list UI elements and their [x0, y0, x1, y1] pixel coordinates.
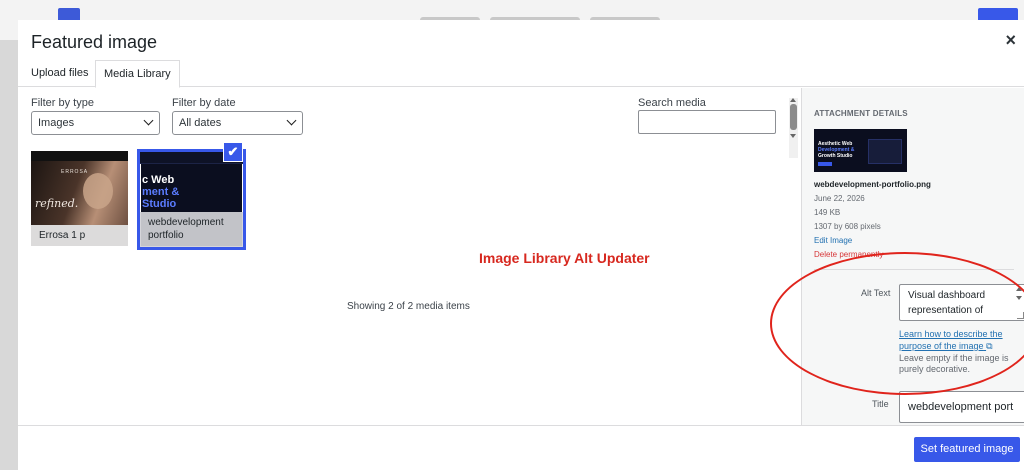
plugin-overlay-title: Image Library Alt Updater	[479, 250, 650, 266]
title-label: Title	[872, 399, 889, 409]
thumbnail-topbar	[31, 151, 128, 161]
alt-text-value: Visual dashboard representation of	[908, 290, 986, 316]
thumbnail-heading-line: Growth Studio	[818, 153, 853, 159]
resize-handle-icon[interactable]	[1017, 312, 1024, 319]
alt-text-label: Alt Text	[861, 288, 891, 298]
editor-left-background	[0, 40, 18, 470]
media-scrollbar[interactable]	[789, 98, 798, 158]
showing-count: Showing 2 of 2 media items	[347, 301, 470, 312]
chevron-down-icon	[143, 115, 154, 126]
set-featured-image-button[interactable]: Set featured image	[914, 437, 1020, 462]
attachment-date: June 22, 2026	[814, 194, 865, 203]
media-item-errosa[interactable]: ERROSA refined. Errosa 1 p	[31, 151, 128, 246]
thumbnail-heading-line: ment &	[142, 186, 180, 198]
delete-permanently-link[interactable]: Delete permanently	[814, 250, 883, 259]
external-link-icon: ⧉	[986, 341, 993, 351]
media-browser: Filter by type Images Filter by date All…	[18, 88, 801, 425]
filter-type-label: Filter by type	[31, 97, 94, 109]
attachment-details-heading: ATTACHMENT DETAILS	[814, 109, 908, 118]
attachment-thumbnail-text: Aesthetic Web Development & Growth Studi…	[818, 141, 854, 159]
scroll-up-icon[interactable]	[1016, 287, 1022, 291]
thumbnail-card-shape	[868, 139, 902, 164]
thumbnail-heading-line: c Web	[142, 174, 175, 186]
attachment-size: 149 KB	[814, 208, 841, 217]
featured-image-modal: Featured image × Upload files Media Libr…	[18, 20, 1024, 470]
modal-tabs: Upload files Media Library	[18, 60, 1024, 88]
filter-date-label: Filter by date	[172, 97, 236, 109]
alt-text-hint: Leave empty if the image is purely decor…	[899, 353, 1009, 374]
title-field[interactable]: webdevelopment port	[899, 391, 1024, 423]
scroll-up-icon[interactable]	[790, 98, 796, 102]
filter-date-select[interactable]: All dates	[172, 111, 303, 135]
modal-footer: Set featured image	[18, 425, 1024, 470]
search-media-label: Search media	[638, 97, 706, 109]
caption-line: webdevelopment	[148, 217, 224, 228]
media-item-caption: webdevelopment portfolio	[140, 212, 243, 247]
filter-type-select[interactable]: Images	[31, 111, 160, 135]
scroll-down-icon[interactable]	[790, 134, 796, 138]
attachment-thumbnail: Aesthetic Web Development & Growth Studi…	[814, 129, 907, 172]
thumbnail-tagline: refined.	[35, 197, 79, 210]
selected-check-icon[interactable]: ✔	[223, 142, 243, 162]
learn-alt-text-link[interactable]: Learn how to describe the purpose of the…	[899, 328, 1014, 352]
attachment-filename: webdevelopment-portfolio.png	[814, 180, 931, 189]
search-media-input[interactable]	[638, 110, 776, 134]
media-item-caption: Errosa 1 p	[31, 225, 128, 246]
thumbnail-brand: ERROSA	[61, 169, 89, 175]
thumbnail-portrait	[83, 173, 113, 209]
details-divider	[814, 269, 1014, 270]
scroll-down-icon[interactable]	[1016, 296, 1022, 300]
alt-text-field[interactable]: Visual dashboard representation of	[899, 284, 1024, 321]
scroll-thumb[interactable]	[790, 104, 797, 130]
media-item-webdevelopment[interactable]: c Web ment & Studio webdevelopment portf…	[137, 149, 246, 250]
caption-line: portfolio	[148, 230, 184, 241]
close-icon[interactable]: ×	[1005, 30, 1016, 50]
modal-title: Featured image	[31, 32, 158, 52]
filter-type-value: Images	[38, 117, 75, 129]
attachment-dimensions: 1307 by 608 pixels	[814, 222, 881, 231]
edit-image-link[interactable]: Edit Image	[814, 236, 852, 245]
filter-date-value: All dates	[179, 117, 222, 129]
chevron-down-icon	[286, 115, 297, 126]
attachment-details-panel: ATTACHMENT DETAILS Aesthetic Web Develop…	[801, 88, 1024, 425]
tab-upload-files[interactable]: Upload files	[23, 60, 96, 87]
thumbnail-button-shape	[818, 162, 832, 166]
tab-media-library[interactable]: Media Library	[95, 60, 180, 88]
thumbnail-heading-line: Studio	[142, 198, 177, 210]
